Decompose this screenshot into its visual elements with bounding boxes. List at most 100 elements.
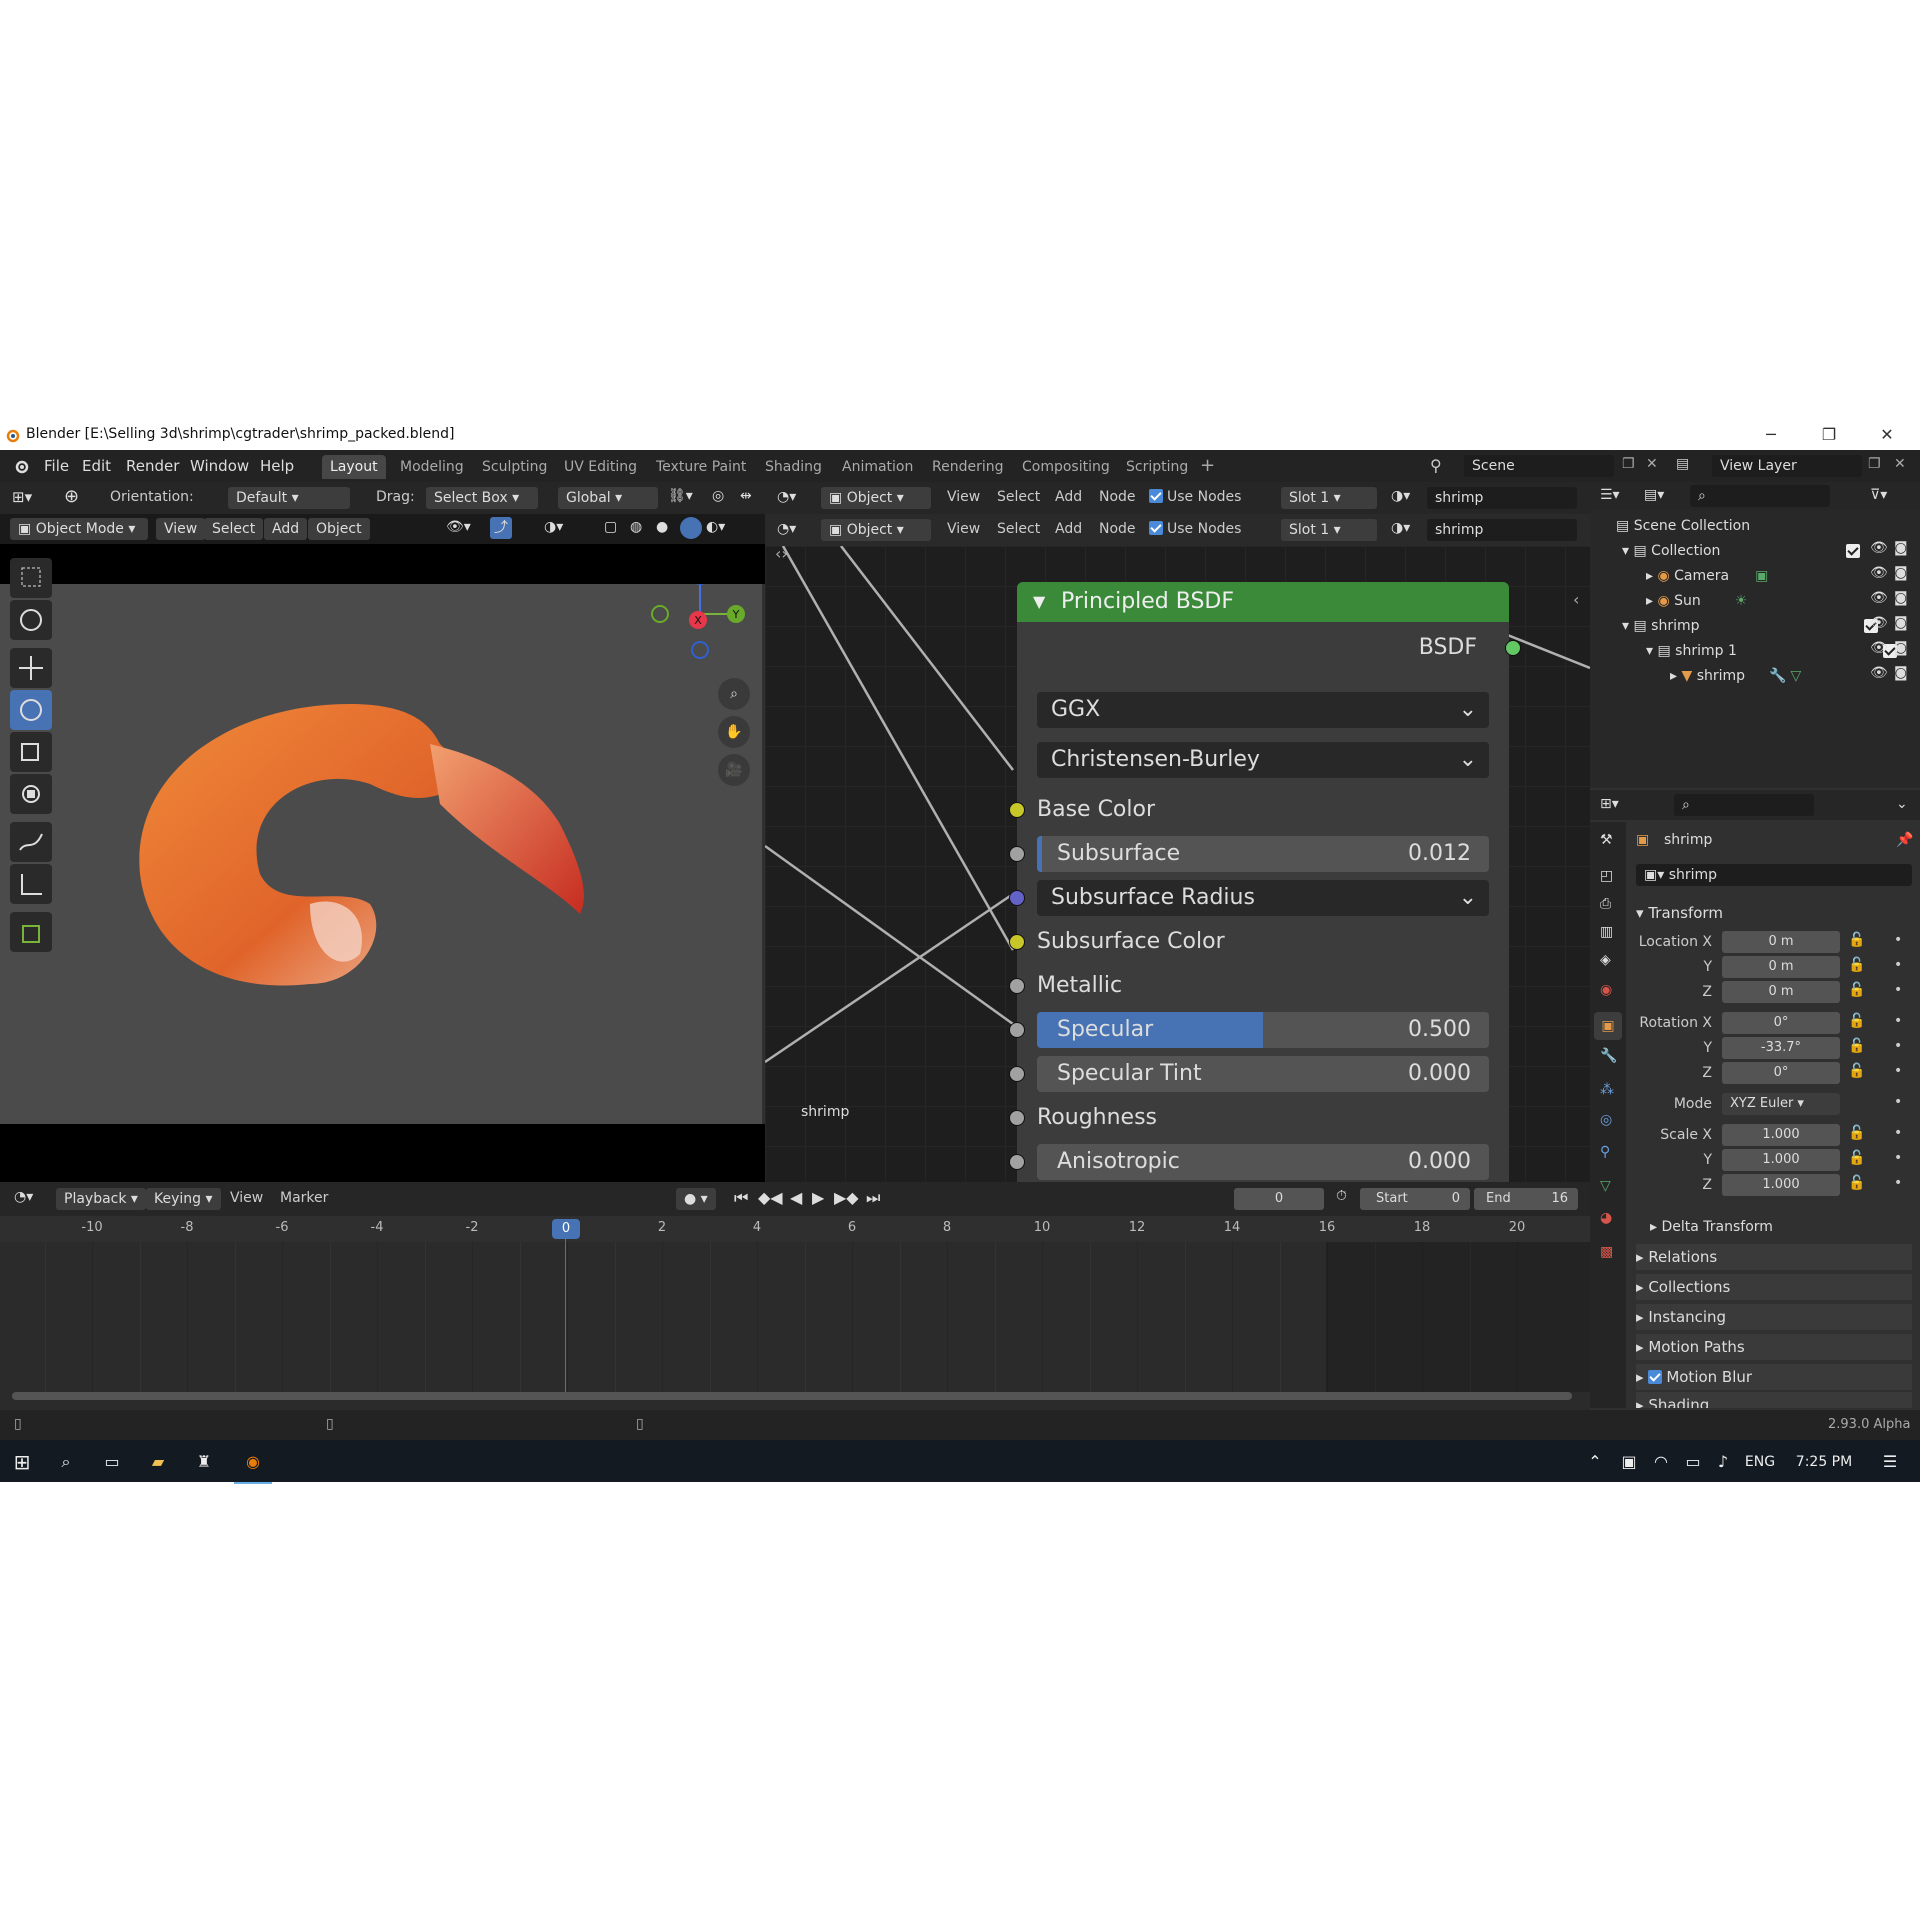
keyframe-dot-icon[interactable]: •	[1894, 1063, 1902, 1079]
minimize-button[interactable]: ─	[1748, 422, 1794, 448]
keyframe-dot-icon[interactable]: •	[1894, 1175, 1902, 1191]
taskbar-search-icon[interactable]: ⌕	[48, 1440, 84, 1484]
texture-tab-icon[interactable]: ▩	[1600, 1244, 1613, 1260]
timeline-type-icon[interactable]: ◔▾	[14, 1189, 33, 1205]
node-header[interactable]: ▼ Principled BSDF	[1017, 582, 1509, 622]
material-name-field-2[interactable]: shrimp	[1427, 519, 1577, 541]
language-indicator[interactable]: ENG	[1738, 1440, 1782, 1484]
select-box-tool[interactable]	[10, 558, 52, 598]
start-frame-field[interactable]: Start 0	[1360, 1188, 1470, 1210]
menu-window[interactable]: Window	[190, 450, 249, 482]
task-view-icon[interactable]: ▭	[94, 1440, 130, 1484]
viewport-menu-add[interactable]: Add	[264, 518, 308, 540]
tool-tab-icon[interactable]: ⚒	[1600, 832, 1613, 848]
transform-pivot-icon[interactable]: ⊕	[64, 486, 79, 507]
keyframe-dot-icon[interactable]: •	[1894, 1013, 1902, 1029]
transform-space-dropdown[interactable]: Global ▾	[558, 487, 658, 509]
tab-shading[interactable]: Shading	[757, 455, 830, 479]
location-y-field[interactable]: 0 m	[1722, 956, 1840, 978]
motion-blur-checkbox[interactable]	[1648, 1370, 1663, 1384]
keyframe-dot-icon[interactable]: •	[1894, 932, 1902, 948]
camera-render-icon[interactable]: ◙	[1894, 615, 1908, 631]
material-browse-icon[interactable]: ◑▾	[1391, 488, 1410, 504]
view-layer-tab-icon[interactable]: ▥	[1600, 924, 1613, 940]
node-shader-type-dropdown-2[interactable]: ▣ Object ▾	[821, 519, 931, 541]
blender-menu-icon[interactable]	[12, 458, 30, 474]
viewport-menu-object[interactable]: Object	[308, 518, 370, 540]
volume-icon[interactable]: ♪	[1708, 1440, 1738, 1484]
specular-socket[interactable]	[1009, 1022, 1025, 1038]
clock[interactable]: 7:25 PM	[1784, 1440, 1864, 1484]
eye-icon[interactable]: 👁	[1870, 590, 1888, 606]
base-color-socket[interactable]	[1009, 802, 1025, 818]
physics-tab-icon[interactable]: ◎	[1600, 1112, 1612, 1128]
output-tab-icon[interactable]: ⎙	[1600, 896, 1611, 912]
bsdf-output-socket[interactable]	[1505, 640, 1521, 656]
pan-icon[interactable]: ✋	[718, 716, 750, 748]
scene-icon[interactable]: ⚲	[1430, 456, 1442, 475]
camera-view-icon[interactable]: 🎥	[718, 754, 750, 786]
lock-icon[interactable]: 🔓	[1848, 957, 1865, 973]
menu-help[interactable]: Help	[260, 450, 294, 482]
timeline-ruler[interactable]: -10 -8 -6 -4 -2 2 4 6 8 10 12 14 16 18 20	[0, 1216, 1590, 1242]
material-browse-icon-2[interactable]: ◑▾	[1391, 520, 1410, 536]
close-button[interactable]: ✕	[1864, 422, 1910, 448]
motion-paths-panel[interactable]: ▸ Motion Paths	[1636, 1334, 1912, 1360]
wireframe-shading-icon[interactable]: ◍	[630, 519, 642, 535]
app-icon[interactable]: ♜	[186, 1440, 222, 1484]
gizmo-toggle-icon[interactable]: ⤴	[490, 517, 512, 539]
metallic-socket[interactable]	[1009, 978, 1025, 994]
rotation-y-field[interactable]: -33.7°	[1722, 1037, 1840, 1059]
node-menu-view[interactable]: View	[947, 489, 980, 505]
3d-viewport[interactable]: Z Y X ⌕ ✋ 🎥	[0, 567, 762, 1124]
principled-bsdf-node[interactable]: ▼ Principled BSDF BSDF GGX ⌄ Christensen-…	[1017, 582, 1509, 1182]
current-frame-field[interactable]: 0	[1234, 1188, 1324, 1210]
tab-layout[interactable]: Layout	[322, 455, 386, 479]
outliner-row-scene-collection[interactable]: ▤ Scene Collection	[1616, 514, 1916, 539]
file-explorer-icon[interactable]: ▰	[140, 1440, 176, 1484]
tab-texture-paint[interactable]: Texture Paint	[648, 455, 754, 479]
material-tab-icon[interactable]: ◕	[1600, 1210, 1612, 1226]
tab-uv-editing[interactable]: UV Editing	[556, 455, 645, 479]
annotate-tool[interactable]	[10, 822, 52, 862]
location-z-field[interactable]: 0 m	[1722, 981, 1840, 1003]
node-collapse-icon[interactable]: ▼	[1033, 582, 1045, 622]
eye-icon[interactable]: 👁	[1870, 640, 1888, 656]
menu-render[interactable]: Render	[126, 450, 179, 482]
node-editor-type-icon-2[interactable]: ◔▾	[777, 521, 796, 537]
play-reverse-icon[interactable]: ◀	[790, 1188, 802, 1207]
prev-keyframe-icon[interactable]: ◆◀	[758, 1188, 783, 1207]
proportional-edit-icon[interactable]: ◎	[712, 488, 724, 504]
world-tab-icon[interactable]: ◉	[1600, 982, 1612, 998]
shading-panel[interactable]: ▸ Shading	[1636, 1392, 1912, 1408]
transform-tool[interactable]	[10, 774, 52, 814]
keyframe-dot-icon[interactable]: •	[1894, 1094, 1902, 1110]
modifier-tab-icon[interactable]: 🔧	[1600, 1048, 1617, 1064]
pin-icon[interactable]: 📌	[1896, 832, 1913, 848]
properties-search-input[interactable]: ⌕	[1674, 794, 1814, 816]
collapse-arrows-icon[interactable]: ‹›	[775, 546, 788, 563]
subsurface-socket[interactable]	[1009, 846, 1025, 862]
timeline-menu-marker[interactable]: Marker	[280, 1190, 328, 1206]
object-datablock-field[interactable]: ▣▾ shrimp	[1636, 864, 1912, 886]
data-tab-icon[interactable]: ▽	[1600, 1178, 1611, 1194]
material-preview-icon[interactable]	[680, 517, 702, 539]
drag-dropdown[interactable]: Select Box ▾	[426, 487, 538, 509]
battery-icon[interactable]: ▭	[1678, 1440, 1708, 1484]
tab-compositing[interactable]: Compositing	[1014, 455, 1118, 479]
blender-taskbar-icon[interactable]: ◉	[234, 1440, 272, 1484]
rendered-shading-icon[interactable]: ◐▾	[706, 519, 725, 535]
object-tab-icon[interactable]: ▣	[1594, 1012, 1622, 1040]
tab-modeling[interactable]: Modeling	[392, 455, 472, 479]
anisotropic-socket[interactable]	[1009, 1154, 1025, 1170]
timeline-menu-playback[interactable]: Playback ▾	[56, 1188, 146, 1210]
scene-tab-icon[interactable]: ◈	[1600, 952, 1611, 968]
slot-dropdown-2[interactable]: Slot 1 ▾	[1281, 519, 1377, 541]
end-frame-field[interactable]: End 16	[1474, 1188, 1578, 1210]
rotation-mode-dropdown[interactable]: XYZ Euler ▾	[1722, 1093, 1840, 1115]
relations-panel[interactable]: ▸ Relations	[1636, 1244, 1912, 1270]
viewport-menu-select[interactable]: Select	[204, 518, 264, 540]
subsurface-slider[interactable]: Subsurface 0.012	[1037, 836, 1489, 872]
add-workspace-icon[interactable]: +	[1200, 455, 1215, 476]
lock-icon[interactable]: 🔓	[1848, 1150, 1865, 1166]
